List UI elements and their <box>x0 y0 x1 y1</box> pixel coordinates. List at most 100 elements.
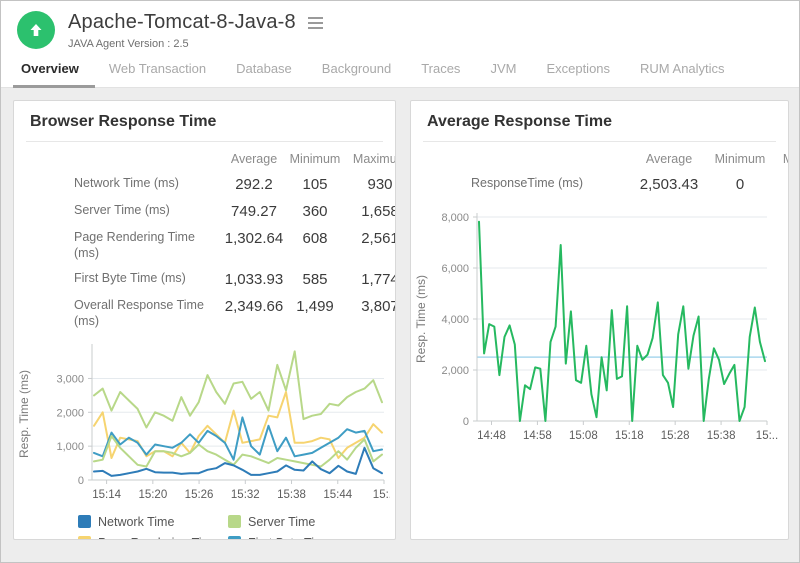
svg-text:15:38: 15:38 <box>707 430 736 442</box>
svg-text:1,000: 1,000 <box>56 441 84 453</box>
metric-maximum: 930 <box>344 176 396 193</box>
table-row: ResponseTime (ms)2,503.4307,815 <box>411 176 788 193</box>
column-header-average: Average <box>222 152 286 166</box>
svg-text:15:08: 15:08 <box>569 430 598 442</box>
agent-version-label: JAVA Agent Version : 2.5 <box>68 38 325 50</box>
status-up-icon <box>17 11 55 49</box>
legend-item-network-time[interactable]: Network Time <box>78 515 228 529</box>
svg-text:15:..: 15:.. <box>373 489 390 501</box>
metric-minimum: 585 <box>286 271 344 288</box>
table-row: Overall Response Time (ms)2,349.661,4993… <box>14 298 395 329</box>
browser-response-table: AverageMinimumMaximum Network Time (ms)29… <box>14 152 395 330</box>
panel-title: Browser Response Time <box>14 101 395 141</box>
metric-average: 1,302.64 <box>222 230 286 247</box>
table-row: Network Time (ms)292.2105930 <box>14 176 395 193</box>
metric-minimum: 0 <box>707 176 773 193</box>
metric-minimum: 608 <box>286 230 344 247</box>
svg-text:15:32: 15:32 <box>231 489 260 501</box>
tab-traces[interactable]: Traces <box>419 61 462 87</box>
metric-label: Overall Response Time (ms) <box>74 298 222 329</box>
average-response-table: AverageMinimumMaximum ResponseTime (ms)2,… <box>411 152 788 193</box>
browser-response-time-panel: Browser Response Time AverageMinimumMaxi… <box>13 100 396 540</box>
legend-swatch <box>228 515 241 528</box>
svg-text:6,000: 6,000 <box>441 263 469 275</box>
tab-overview[interactable]: Overview <box>19 61 81 87</box>
legend-swatch <box>78 515 91 528</box>
legend-label: Page Rendering Time <box>98 536 219 541</box>
metric-label: Server Time (ms) <box>74 203 222 219</box>
tab-web-transaction[interactable]: Web Transaction <box>107 61 208 87</box>
series-overall-response-time <box>94 351 382 427</box>
line-chart: 02,0004,0006,0008,00014:4814:5815:0815:1… <box>411 203 785 455</box>
svg-text:15:38: 15:38 <box>277 489 306 501</box>
svg-text:3,000: 3,000 <box>56 373 84 385</box>
tab-database[interactable]: Database <box>234 61 294 87</box>
average-response-time-panel: Average Response Time AverageMinimumMaxi… <box>410 100 789 540</box>
metric-average: 292.2 <box>222 176 286 193</box>
metric-minimum: 1,499 <box>286 298 344 315</box>
table-header-row: AverageMinimumMaximum <box>411 152 788 166</box>
page-title: Apache-Tomcat-8-Java-8 <box>68 11 296 34</box>
svg-text:15:18: 15:18 <box>615 430 644 442</box>
column-header-maximum: Maximum <box>344 152 396 166</box>
metric-average: 2,349.66 <box>222 298 286 315</box>
legend-swatch <box>228 536 241 540</box>
svg-text:8,000: 8,000 <box>441 212 469 224</box>
table-row: Server Time (ms)749.273601,658 <box>14 203 395 220</box>
metric-label: Page Rendering Time (ms) <box>74 230 222 261</box>
metric-maximum: 2,561 <box>344 230 396 247</box>
svg-text:Resp. Time (ms): Resp. Time (ms) <box>414 275 428 363</box>
svg-text:15:..: 15:.. <box>756 430 778 442</box>
svg-text:2,000: 2,000 <box>441 365 469 377</box>
svg-text:0: 0 <box>78 475 84 487</box>
metric-average: 749.27 <box>222 203 286 220</box>
metric-label: First Byte Time (ms) <box>74 271 222 287</box>
table-row: Page Rendering Time (ms)1,302.646082,561 <box>14 230 395 261</box>
svg-text:15:28: 15:28 <box>661 430 690 442</box>
svg-text:15:44: 15:44 <box>323 489 352 501</box>
svg-text:0: 0 <box>463 416 469 428</box>
svg-text:15:14: 15:14 <box>92 489 121 501</box>
svg-text:2,000: 2,000 <box>56 407 84 419</box>
legend-item-server-time[interactable]: Server Time <box>228 515 388 529</box>
app-header: Apache-Tomcat-8-Java-8 JAVA Agent Versio… <box>1 1 799 55</box>
divider <box>423 141 776 142</box>
series-page-rendering-time <box>94 392 382 458</box>
svg-text:4,000: 4,000 <box>441 314 469 326</box>
tab-jvm[interactable]: JVM <box>488 61 518 87</box>
column-header-minimum: Minimum <box>286 152 344 166</box>
browser-response-chart: 01,0002,0003,00015:1415:2015:2615:3215:3… <box>14 338 395 513</box>
metric-maximum: 1,774 <box>344 271 396 288</box>
arrow-up-icon <box>27 21 45 39</box>
tab-exceptions[interactable]: Exceptions <box>544 61 612 87</box>
svg-text:14:58: 14:58 <box>523 430 552 442</box>
column-header-average: Average <box>631 152 707 166</box>
metric-label: ResponseTime (ms) <box>471 176 631 192</box>
legend-label: Server Time <box>248 515 315 529</box>
metric-maximum: 3,807 <box>344 298 396 315</box>
metric-minimum: 360 <box>286 203 344 220</box>
tab-rum-analytics[interactable]: RUM Analytics <box>638 61 727 87</box>
svg-text:15:20: 15:20 <box>138 489 167 501</box>
hamburger-menu-icon[interactable] <box>306 15 325 31</box>
column-header-maximum: Maximum <box>773 152 789 166</box>
legend-label: Network Time <box>98 515 174 529</box>
metric-label: Network Time (ms) <box>74 176 222 192</box>
metric-maximum: 1,658 <box>344 203 396 220</box>
divider <box>26 141 383 142</box>
chart-legend: Network Time Server Time Page Rendering Ti… <box>78 515 395 541</box>
metric-average: 1,033.93 <box>222 271 286 288</box>
legend-item-page-rendering-time[interactable]: Page Rendering Time <box>78 536 228 541</box>
legend-item-first-byte-time[interactable]: First Byte Time <box>228 536 388 541</box>
series-responsetime <box>479 222 765 421</box>
svg-text:Resp. Time (ms): Resp. Time (ms) <box>17 369 31 457</box>
legend-swatch <box>78 536 91 540</box>
column-header-minimum: Minimum <box>707 152 773 166</box>
app-window: Apache-Tomcat-8-Java-8 JAVA Agent Versio… <box>0 0 800 563</box>
table-header-row: AverageMinimumMaximum <box>14 152 395 166</box>
tab-background[interactable]: Background <box>320 61 393 87</box>
table-row: First Byte Time (ms)1,033.935851,774 <box>14 271 395 288</box>
metric-maximum: 7,815 <box>773 176 789 193</box>
content-area: Browser Response Time AverageMinimumMaxi… <box>1 88 799 562</box>
legend-label: First Byte Time <box>248 536 331 541</box>
